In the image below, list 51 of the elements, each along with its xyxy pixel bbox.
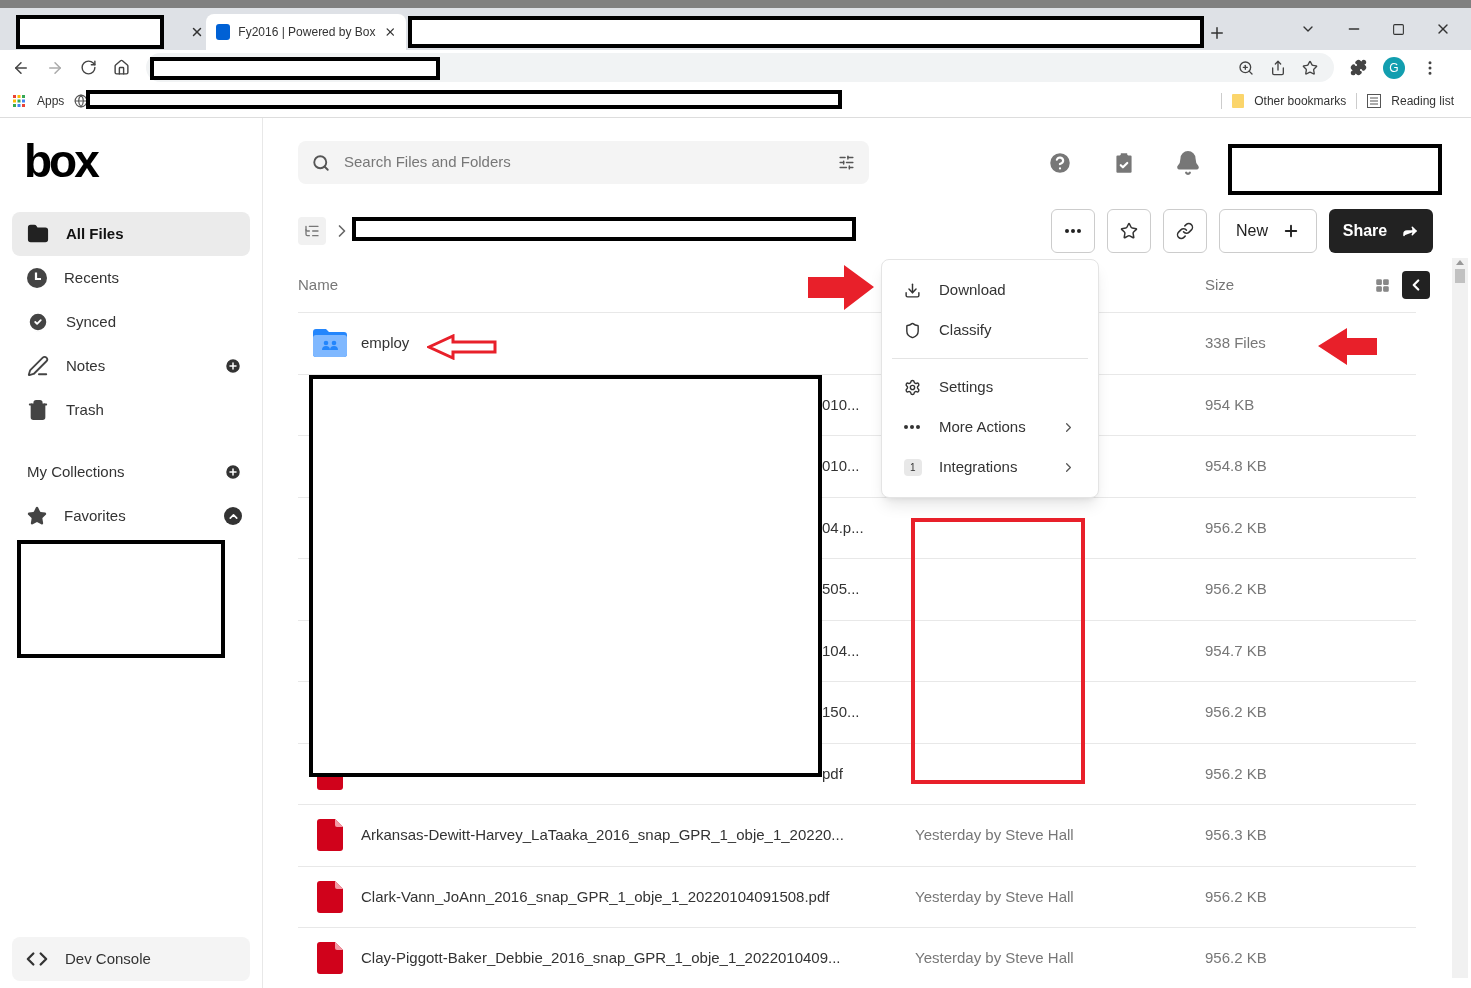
file-name[interactable]: Arkansas-Dewitt-Harvey_LaTaaka_2016_snap_GPR_1_obje_1_20220...: [361, 824, 844, 847]
file-name[interactable]: pdf: [822, 762, 843, 785]
column-header[interactable]: Name: [298, 273, 338, 297]
column-header[interactable]: Size: [1205, 273, 1375, 297]
tab-title: Fy2016 | Powered by Box: [238, 24, 376, 41]
size-text: 956.2 KB: [1205, 763, 1267, 784]
section-heading: My Collections: [27, 461, 126, 482]
nav-item[interactable]: Recents: [12, 256, 250, 300]
new-button[interactable]: New: [1219, 209, 1317, 253]
size-text: 956.3 KB: [1205, 825, 1267, 845]
file-name[interactable]: 010...: [822, 455, 860, 478]
bookmark-link[interactable]: Reading list: [1391, 92, 1454, 110]
file-name[interactable]: 010...: [822, 393, 860, 416]
menu-item[interactable]: Download: [882, 270, 1098, 310]
nav-item[interactable]: Favorites: [12, 494, 250, 538]
size-text: 956.2 KB: [1205, 579, 1267, 599]
file-name[interactable]: Clark-Vann_JoAnn_2016_snap_GPR_1_obje_1_20220104091508.pdf: [361, 885, 830, 908]
nav-item[interactable]: Synced: [12, 300, 250, 344]
file-name[interactable]: 104...: [822, 639, 860, 662]
box-logo[interactable]: box: [24, 138, 250, 184]
bookmark-link[interactable]: Apps: [37, 92, 65, 110]
size-text: 338 Files: [1205, 333, 1266, 353]
size-text: 954.8 KB: [1205, 456, 1267, 476]
size-text: 954 KB: [1205, 394, 1255, 415]
size-text: 956.2 KB: [1205, 948, 1267, 968]
file-name[interactable]: 150...: [822, 701, 860, 724]
bookmark-link[interactable]: Other bookmarks: [1254, 92, 1347, 110]
browser-tab[interactable]: Fy2016 | Powered by Box: [206, 14, 406, 50]
share-button[interactable]: Share: [1329, 209, 1433, 253]
nav-item[interactable]: All Files: [12, 212, 250, 256]
count-badge: 1: [904, 458, 922, 476]
modified-text: Yesterday by Steve Hall: [915, 826, 1074, 843]
size-text: 954.7 KB: [1205, 640, 1267, 661]
modified-text: Yesterday by Steve Hall: [915, 887, 1074, 905]
file-name[interactable]: 505...: [822, 578, 860, 601]
modified-text: Yesterday by Steve Hall: [915, 949, 1074, 966]
search-field[interactable]: Search Files and Folders: [344, 151, 824, 174]
size-text: 956.2 KB: [1205, 517, 1267, 538]
menu-item[interactable]: Settings: [882, 367, 1098, 407]
menu-item[interactable]: 1 Integrations: [882, 447, 1098, 487]
search-bar[interactable]: Search Files and Folders: [298, 141, 869, 184]
file-name[interactable]: Clay-Piggott-Baker_Debbie_2016_snap_GPR_1_obje_1_2022010409...: [361, 947, 841, 970]
nav-item[interactable]: Notes: [12, 344, 250, 388]
folder-name[interactable]: employ: [361, 332, 410, 355]
file-name[interactable]: 04.p...: [822, 516, 864, 539]
nav-item[interactable]: Trash: [12, 388, 250, 432]
menu-item[interactable]: Classify: [882, 310, 1098, 350]
dev-console-button[interactable]: Dev Console: [12, 937, 250, 981]
menu-item[interactable]: More Actions: [882, 407, 1098, 447]
size-text: 956.2 KB: [1205, 886, 1267, 907]
size-text: 956.2 KB: [1205, 702, 1267, 722]
